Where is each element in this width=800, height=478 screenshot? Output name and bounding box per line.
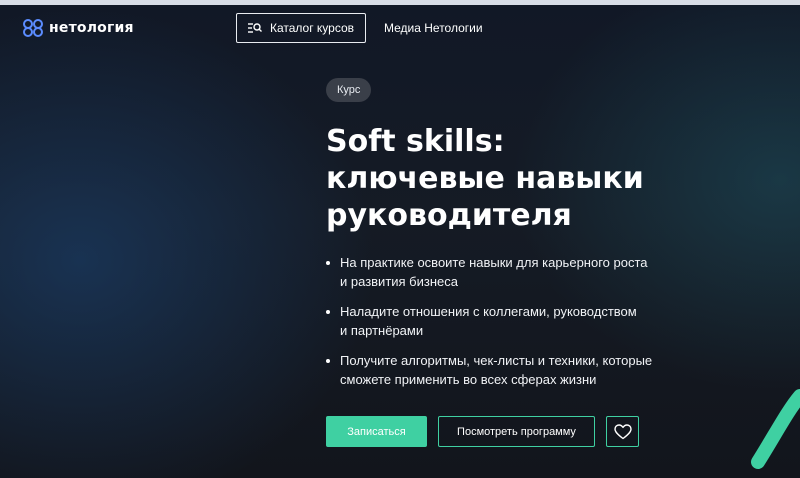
benefits-list: На практике освоите навыки для карьерног… (326, 253, 706, 400)
list-item: На практике освоите навыки для карьерног… (326, 253, 706, 291)
list-item-line: Получите алгоритмы, чек-листы и техники,… (340, 353, 653, 368)
site-header: нетология Каталог курсов Медиа Нетологии (0, 5, 800, 50)
list-item-line: На практике освоите навыки для карьерног… (340, 255, 648, 270)
catalog-button[interactable]: Каталог курсов (236, 13, 366, 43)
list-item: Получите алгоритмы, чек-листы и техники,… (326, 351, 706, 389)
catalog-button-label: Каталог курсов (269, 21, 355, 35)
logo[interactable]: нетология (22, 18, 134, 38)
page-title: Soft skills: ключевые навыки руководител… (326, 123, 686, 234)
list-item: Наладите отношения с коллегами, руководс… (326, 302, 706, 340)
title-line: ключевые навыки (326, 161, 644, 196)
logo-text: нетология (49, 20, 134, 36)
course-badge: Курс (326, 78, 372, 102)
list-item-line: и развития бизнеса (340, 274, 458, 289)
decorative-curve (751, 389, 800, 469)
title-line: Soft skills: (326, 124, 505, 159)
title-line: руководителя (326, 198, 572, 233)
view-program-button[interactable]: Посмотреть программу (438, 416, 595, 447)
list-item-line: и партнёрами (340, 323, 424, 338)
search-list-icon (247, 23, 262, 33)
enroll-button[interactable]: Записаться (326, 416, 427, 447)
netology-logo-icon (23, 19, 43, 37)
heart-icon (613, 423, 632, 439)
list-item-line: Наладите отношения с коллегами, руководс… (340, 304, 637, 319)
favorite-button[interactable] (606, 416, 639, 447)
list-item-line: сможете применить во всех сферах жизни (340, 372, 597, 387)
media-link[interactable]: Медиа Нетологии (384, 21, 483, 35)
